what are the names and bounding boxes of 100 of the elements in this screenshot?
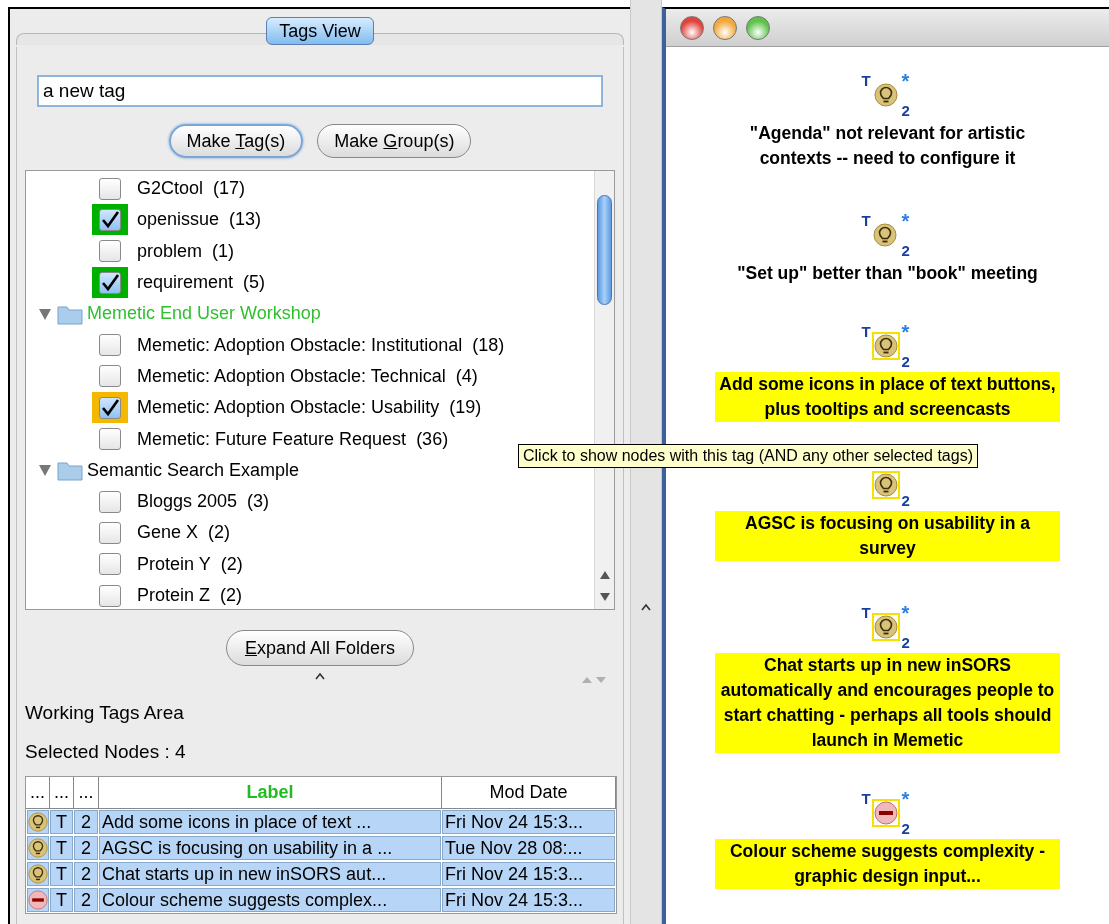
tag-label[interactable]: Protein Z (137, 582, 211, 609)
tag-label[interactable]: openissue (137, 206, 220, 234)
table-cell: T (50, 862, 73, 886)
make-group-button[interactable]: Make Group(s) (317, 124, 472, 158)
node-count: 2 (901, 354, 910, 369)
node-label[interactable]: Colour scheme suggests complexity - graphic design input... (715, 839, 1060, 889)
tag-label[interactable]: requirement (137, 269, 234, 297)
scroll-up-arrow-icon (599, 571, 610, 579)
tag-label[interactable]: problem (137, 237, 203, 265)
column-header[interactable]: ... (74, 777, 99, 808)
tag-count: (2) (220, 552, 243, 576)
star-marker: * (901, 789, 910, 809)
expanded-triangle-icon[interactable] (38, 306, 52, 321)
checkmark-icon (100, 272, 120, 293)
table-cell: Add some icons in place of text ... (99, 810, 441, 834)
node-count: 2 (901, 635, 910, 650)
node-type-label: T (861, 791, 871, 806)
splitter-arrows-icon (581, 676, 609, 684)
checkbox[interactable] (99, 271, 121, 294)
tag-count: (3) (247, 490, 270, 514)
checkbox[interactable] (99, 521, 121, 544)
lightbulb-icon (28, 864, 48, 884)
table-cell: T (50, 810, 73, 834)
checkbox[interactable] (99, 490, 121, 513)
checkbox[interactable] (99, 428, 121, 450)
column-header[interactable]: ... (26, 777, 50, 808)
minimize-button[interactable] (713, 15, 737, 40)
tag-label[interactable]: Bloggs 2005 (137, 488, 238, 516)
tag-count: (19) (449, 396, 482, 420)
node-count: 2 (901, 821, 910, 836)
tag-label[interactable]: Memetic: Future Feature Request (137, 425, 407, 453)
tag-label[interactable]: G2Ctool (137, 175, 204, 203)
close-button[interactable] (680, 15, 704, 40)
node-label[interactable]: AGSC is focusing on usability in a survey (715, 511, 1060, 561)
tag-count: (2) (220, 584, 243, 607)
node-label[interactable]: Chat starts up in new inSORS automatically and encourages people to start chatting - perhaps all tools should launch in Memetic (715, 653, 1060, 753)
checkbox[interactable] (99, 584, 121, 607)
checkbox[interactable] (99, 553, 121, 576)
expanded-triangle-icon[interactable] (38, 463, 52, 478)
table-cell: T (50, 836, 73, 860)
column-header[interactable]: ... (50, 777, 74, 808)
collapse-caret-icon (315, 672, 325, 680)
table-cell: 2 (74, 836, 98, 860)
table-cell: Fri Nov 24 15:3... (442, 888, 615, 912)
tag-label[interactable]: Memetic: Adoption Obstacle: Technical (137, 362, 446, 390)
scroll-thumb[interactable] (597, 195, 612, 305)
tab-button[interactable]: Tags View (266, 17, 374, 45)
star-marker: * (901, 603, 910, 623)
table-cell: Tue Nov 28 08:... (442, 836, 615, 860)
tooltip: Click to show nodes with this tag (AND any other selected tags) (518, 444, 978, 468)
tag-label[interactable]: Memetic: Adoption Obstacle: Institutional (137, 331, 463, 359)
star-marker: * (901, 71, 910, 91)
tag-count: (5) (243, 271, 266, 295)
tag-input-field[interactable]: a new tag (37, 75, 603, 107)
checkbox[interactable] (99, 396, 121, 419)
node-count: 2 (901, 493, 910, 508)
node-label[interactable]: Add some icons in place of text buttons, plus tooltips and screencasts (715, 372, 1060, 422)
node-type-label: T (861, 324, 871, 339)
zoom-button[interactable] (746, 15, 770, 40)
table-cell: Chat starts up in new inSORS aut... (99, 862, 441, 886)
node-type-label: T (861, 605, 871, 620)
tag-count: (1) (212, 239, 235, 263)
table-cell: Fri Nov 24 15:3... (442, 862, 615, 886)
node-label[interactable]: "Set up" better than "book" meeting (734, 261, 1041, 286)
tag-count: (17) (213, 177, 246, 201)
node-count: 2 (901, 243, 910, 258)
checkbox[interactable] (99, 334, 121, 357)
minus-icon (28, 890, 48, 910)
lightbulb-icon (28, 812, 48, 832)
tag-count: (2) (208, 521, 231, 545)
node-label[interactable]: "Agenda" not relevant for artistic contexts -- need to configure it (715, 121, 1060, 171)
tag-label[interactable]: Memetic: Adoption Obstacle: Usability (137, 394, 440, 422)
tag-count: (13) (229, 208, 262, 232)
checkbox[interactable] (99, 240, 121, 263)
checkbox[interactable] (99, 365, 121, 388)
folder-icon (57, 459, 83, 482)
checkbox[interactable] (99, 177, 121, 200)
tag-label[interactable]: Protein Y (137, 550, 211, 578)
star-marker: * (901, 211, 910, 231)
expand-all-folders-button[interactable]: Expand All Folders (225, 630, 415, 666)
table-cell: Fri Nov 24 15:3... (442, 810, 615, 834)
node-type-label: T (861, 73, 871, 88)
tag-count: (4) (455, 364, 478, 388)
checkbox[interactable] (99, 208, 121, 231)
table-row[interactable]: T 2 AGSC is focusing on usability in a ... Tue Nov 28 08:... (26, 835, 616, 861)
make-tag-button[interactable]: Make Tag(s) (168, 124, 304, 158)
table-cell: AGSC is focusing on usability in a ... (99, 836, 441, 860)
checkmark-icon (100, 397, 120, 418)
table-cell: T (50, 888, 73, 912)
table-row[interactable]: T 2 Chat starts up in new inSORS aut... Fri Nov 24 15:3... (26, 861, 616, 887)
selected-nodes-count: Selected Nodes : 4 (25, 739, 187, 764)
collapse-caret-icon (641, 603, 651, 611)
folder-label[interactable]: Semantic Search Example (87, 456, 300, 484)
section-title: Working Tags Area (25, 701, 185, 725)
tag-label[interactable]: Gene X (137, 519, 199, 547)
checkmark-icon (100, 209, 120, 230)
tag-count: (18) (472, 333, 505, 357)
table-row[interactable]: T 2 Colour scheme suggests complex... Fri Nov 24 15:3... (26, 887, 616, 913)
column-header[interactable]: Mod Date (442, 777, 616, 808)
table-row[interactable]: T 2 Add some icons in place of text ... Fri Nov 24 15:3... (26, 809, 616, 835)
